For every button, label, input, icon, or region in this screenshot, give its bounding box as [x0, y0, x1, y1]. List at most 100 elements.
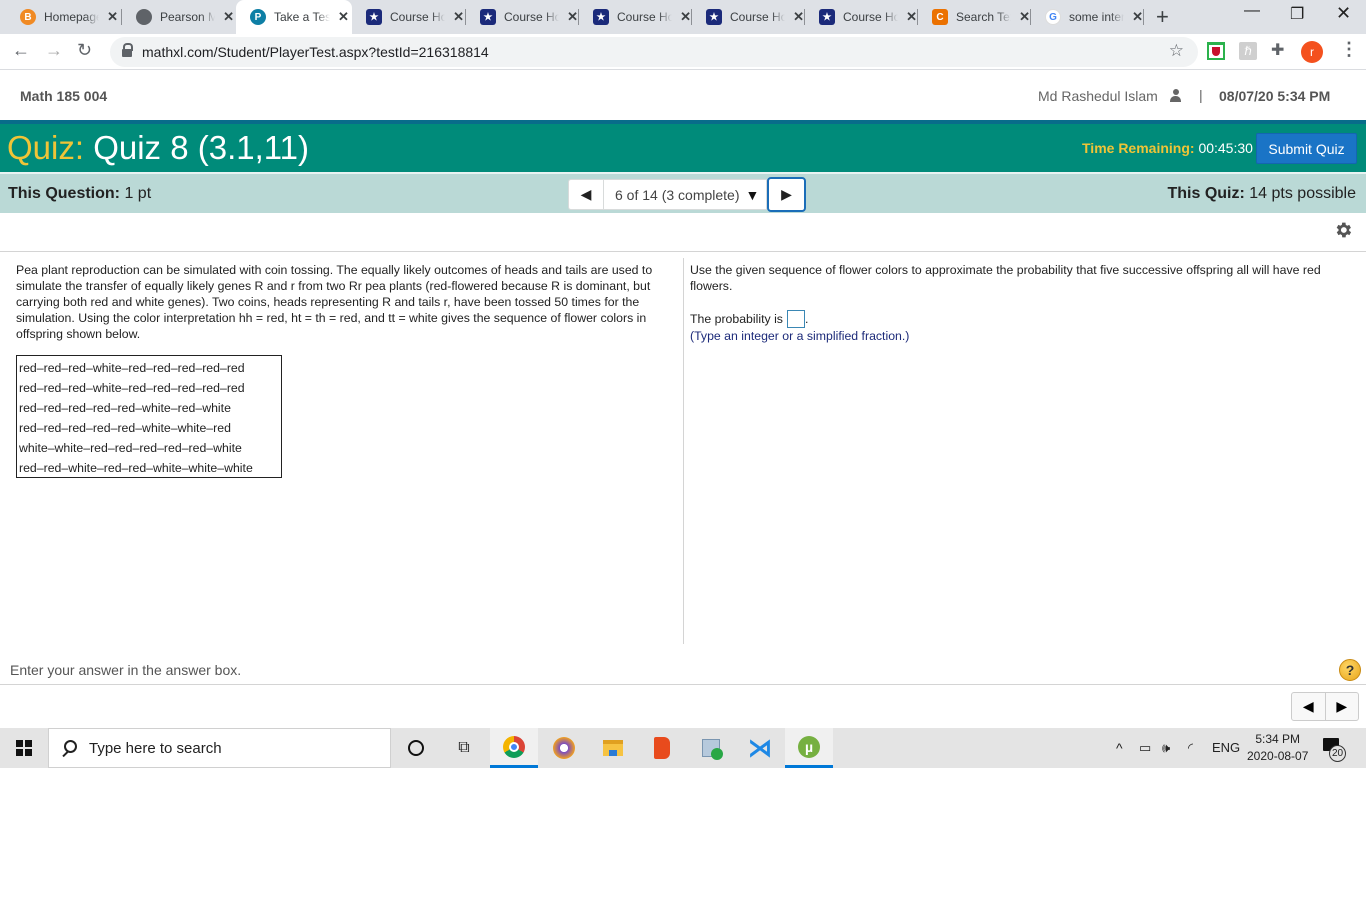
taskbar-clock[interactable]: 5:34 PM 2020-08-07: [1247, 731, 1308, 765]
triangle-left-icon: ◀: [1302, 698, 1314, 714]
close-tab-icon[interactable]: ✕: [453, 9, 464, 25]
extensions-puzzle-icon[interactable]: ✚: [1271, 42, 1289, 60]
taskbar-search[interactable]: Type here to search: [48, 728, 391, 768]
close-tab-icon[interactable]: ✕: [338, 9, 349, 25]
windows-start-icon[interactable]: [16, 740, 32, 756]
close-tab-icon[interactable]: ✕: [793, 9, 804, 25]
close-tab-icon[interactable]: ✕: [107, 9, 118, 25]
browser-tab[interactable]: ★ Course Home ✕: [579, 0, 691, 34]
chegg-icon: C: [932, 9, 948, 25]
wifi-icon[interactable]: ◜: [1188, 740, 1193, 756]
browser-tab[interactable]: G some interesting ✕: [1031, 0, 1143, 34]
footer-previous-button[interactable]: ◀: [1292, 693, 1326, 720]
show-hidden-icons-icon[interactable]: ^: [1116, 740, 1123, 756]
pearson-icon: P: [250, 9, 266, 25]
previous-question-button[interactable]: ◀: [568, 179, 603, 210]
question-selector-dropdown[interactable]: 6 of 14 (3 complete) ▼: [603, 179, 767, 210]
sequence-line: red–red–white–red–red–white–white–white: [19, 461, 253, 475]
lock-icon: [122, 43, 133, 57]
this-quiz-points: This Quiz: 14 pts possible: [1167, 185, 1356, 203]
question-selector-text: 6 of 14 (3 complete): [615, 186, 740, 203]
language-indicator[interactable]: ENG: [1212, 740, 1240, 755]
course-header: Math 185 004 Md Rashedul Islam | 08/07/2…: [0, 70, 1366, 120]
sequence-line: red–red–red–red–red–white–white–red: [19, 421, 231, 435]
forward-icon[interactable]: →: [45, 40, 63, 61]
this-question-label: This Question:: [8, 185, 120, 202]
browser-menu-icon[interactable]: ⋮: [1340, 39, 1358, 60]
profile-avatar[interactable]: r: [1301, 41, 1323, 63]
browser-tab-strip: B Homepage ✕ Pearson MyLab ✕ P Take a Te…: [0, 0, 1366, 34]
tab-title: Course Home: [390, 10, 446, 24]
browser-tab[interactable]: Pearson MyLab ✕: [122, 0, 234, 34]
url-text: mathxl.com/Student/PlayerTest.aspx?testI…: [142, 44, 489, 60]
caret-down-icon: ▼: [745, 186, 760, 203]
window-close-icon[interactable]: ✕: [1336, 3, 1351, 24]
task-view-icon[interactable]: ⧉: [440, 728, 488, 768]
close-tab-icon[interactable]: ✕: [1019, 9, 1030, 25]
content-divider: [0, 251, 1366, 252]
help-icon[interactable]: ?: [1339, 659, 1361, 681]
header-separator: |: [1199, 87, 1203, 103]
close-tab-icon[interactable]: ✕: [223, 9, 234, 25]
media-app-icon[interactable]: [687, 728, 735, 768]
browser-tab[interactable]: C Search Textbook ✕: [918, 0, 1030, 34]
browser-tab[interactable]: ★ Course Home ✕: [805, 0, 917, 34]
tab-title: Course Home: [843, 10, 899, 24]
address-bar[interactable]: mathxl.com/Student/PlayerTest.aspx?testI…: [110, 37, 1198, 67]
cortana-icon[interactable]: [392, 728, 440, 768]
close-tab-icon[interactable]: ✕: [567, 9, 578, 25]
sequence-line: red–red–red–white–red–red–red–red–red: [19, 361, 245, 375]
tab-title: Take a Test: [274, 10, 330, 24]
next-question-button[interactable]: ▶: [767, 177, 806, 212]
back-icon[interactable]: ←: [12, 40, 30, 61]
action-center-icon[interactable]: 20: [1323, 738, 1346, 762]
close-tab-icon[interactable]: ✕: [1132, 9, 1143, 25]
utorrent-icon[interactable]: µ: [785, 728, 833, 768]
triangle-right-icon: ▶: [781, 186, 792, 202]
question-intro: Pea plant reproduction can be simulated …: [16, 263, 653, 341]
browser-tab[interactable]: ★ Course Home ✕: [352, 0, 464, 34]
settings-gear-icon[interactable]: [1333, 220, 1353, 240]
browser-tab[interactable]: B Homepage ✕: [6, 0, 118, 34]
footer-next-button[interactable]: ▶: [1326, 693, 1359, 720]
new-tab-button[interactable]: +: [1156, 4, 1169, 30]
restore-icon[interactable]: ❐: [1290, 4, 1304, 24]
browser-tab[interactable]: ★ Course Home ✕: [692, 0, 804, 34]
shield-star-icon: ★: [366, 9, 382, 25]
volume-icon[interactable]: 🕪: [1162, 740, 1170, 756]
footer-instruction: Enter your answer in the answer box.: [10, 662, 242, 678]
search-icon: [61, 740, 77, 756]
time-remaining-value: 00:45:30: [1198, 140, 1253, 156]
sequence-line: red–red–red–red–red–white–red–white: [19, 401, 231, 415]
shield-star-icon: ★: [819, 9, 835, 25]
tab-title: some interesting: [1069, 10, 1125, 24]
answer-input[interactable]: [786, 310, 805, 328]
time-remaining: Time Remaining: 00:45:30: [1082, 140, 1253, 156]
tab-separator: [1143, 9, 1144, 25]
pane-divider[interactable]: [683, 258, 684, 644]
minimize-icon[interactable]: —: [1244, 2, 1260, 20]
submit-quiz-button[interactable]: Submit Quiz: [1256, 133, 1357, 164]
office-icon[interactable]: [638, 728, 686, 768]
close-tab-icon[interactable]: ✕: [680, 9, 691, 25]
battery-icon[interactable]: ▭: [1139, 740, 1151, 756]
close-tab-icon[interactable]: ✕: [906, 9, 917, 25]
extension-h-icon[interactable]: ℏ: [1239, 42, 1257, 60]
browser-tab-active[interactable]: P Take a Test ✕: [236, 0, 352, 34]
reload-icon[interactable]: ↻: [77, 40, 92, 61]
triangle-right-icon: ▶: [1336, 698, 1348, 714]
quiz-name: Quiz 8 (3.1,11): [93, 129, 310, 166]
time-remaining-label: Time Remaining:: [1082, 140, 1195, 156]
answer-prefix: The probability is: [690, 312, 783, 326]
tab-title: Homepage: [44, 10, 100, 24]
chrome-icon[interactable]: [490, 728, 538, 768]
browser-tab[interactable]: ★ Course Home ✕: [466, 0, 578, 34]
answer-line: The probability is .: [690, 310, 808, 328]
vscode-icon[interactable]: ⋊: [736, 728, 784, 768]
flower-sequence-box: red–red–red–white–red–red–red–red–red re…: [16, 355, 282, 478]
bookmark-star-icon[interactable]: ☆: [1169, 41, 1184, 61]
extension-shield-icon[interactable]: [1207, 42, 1225, 60]
file-explorer-icon[interactable]: [589, 728, 637, 768]
brave-icon[interactable]: [540, 728, 588, 768]
user-name: Md Rashedul Islam: [1038, 88, 1158, 104]
